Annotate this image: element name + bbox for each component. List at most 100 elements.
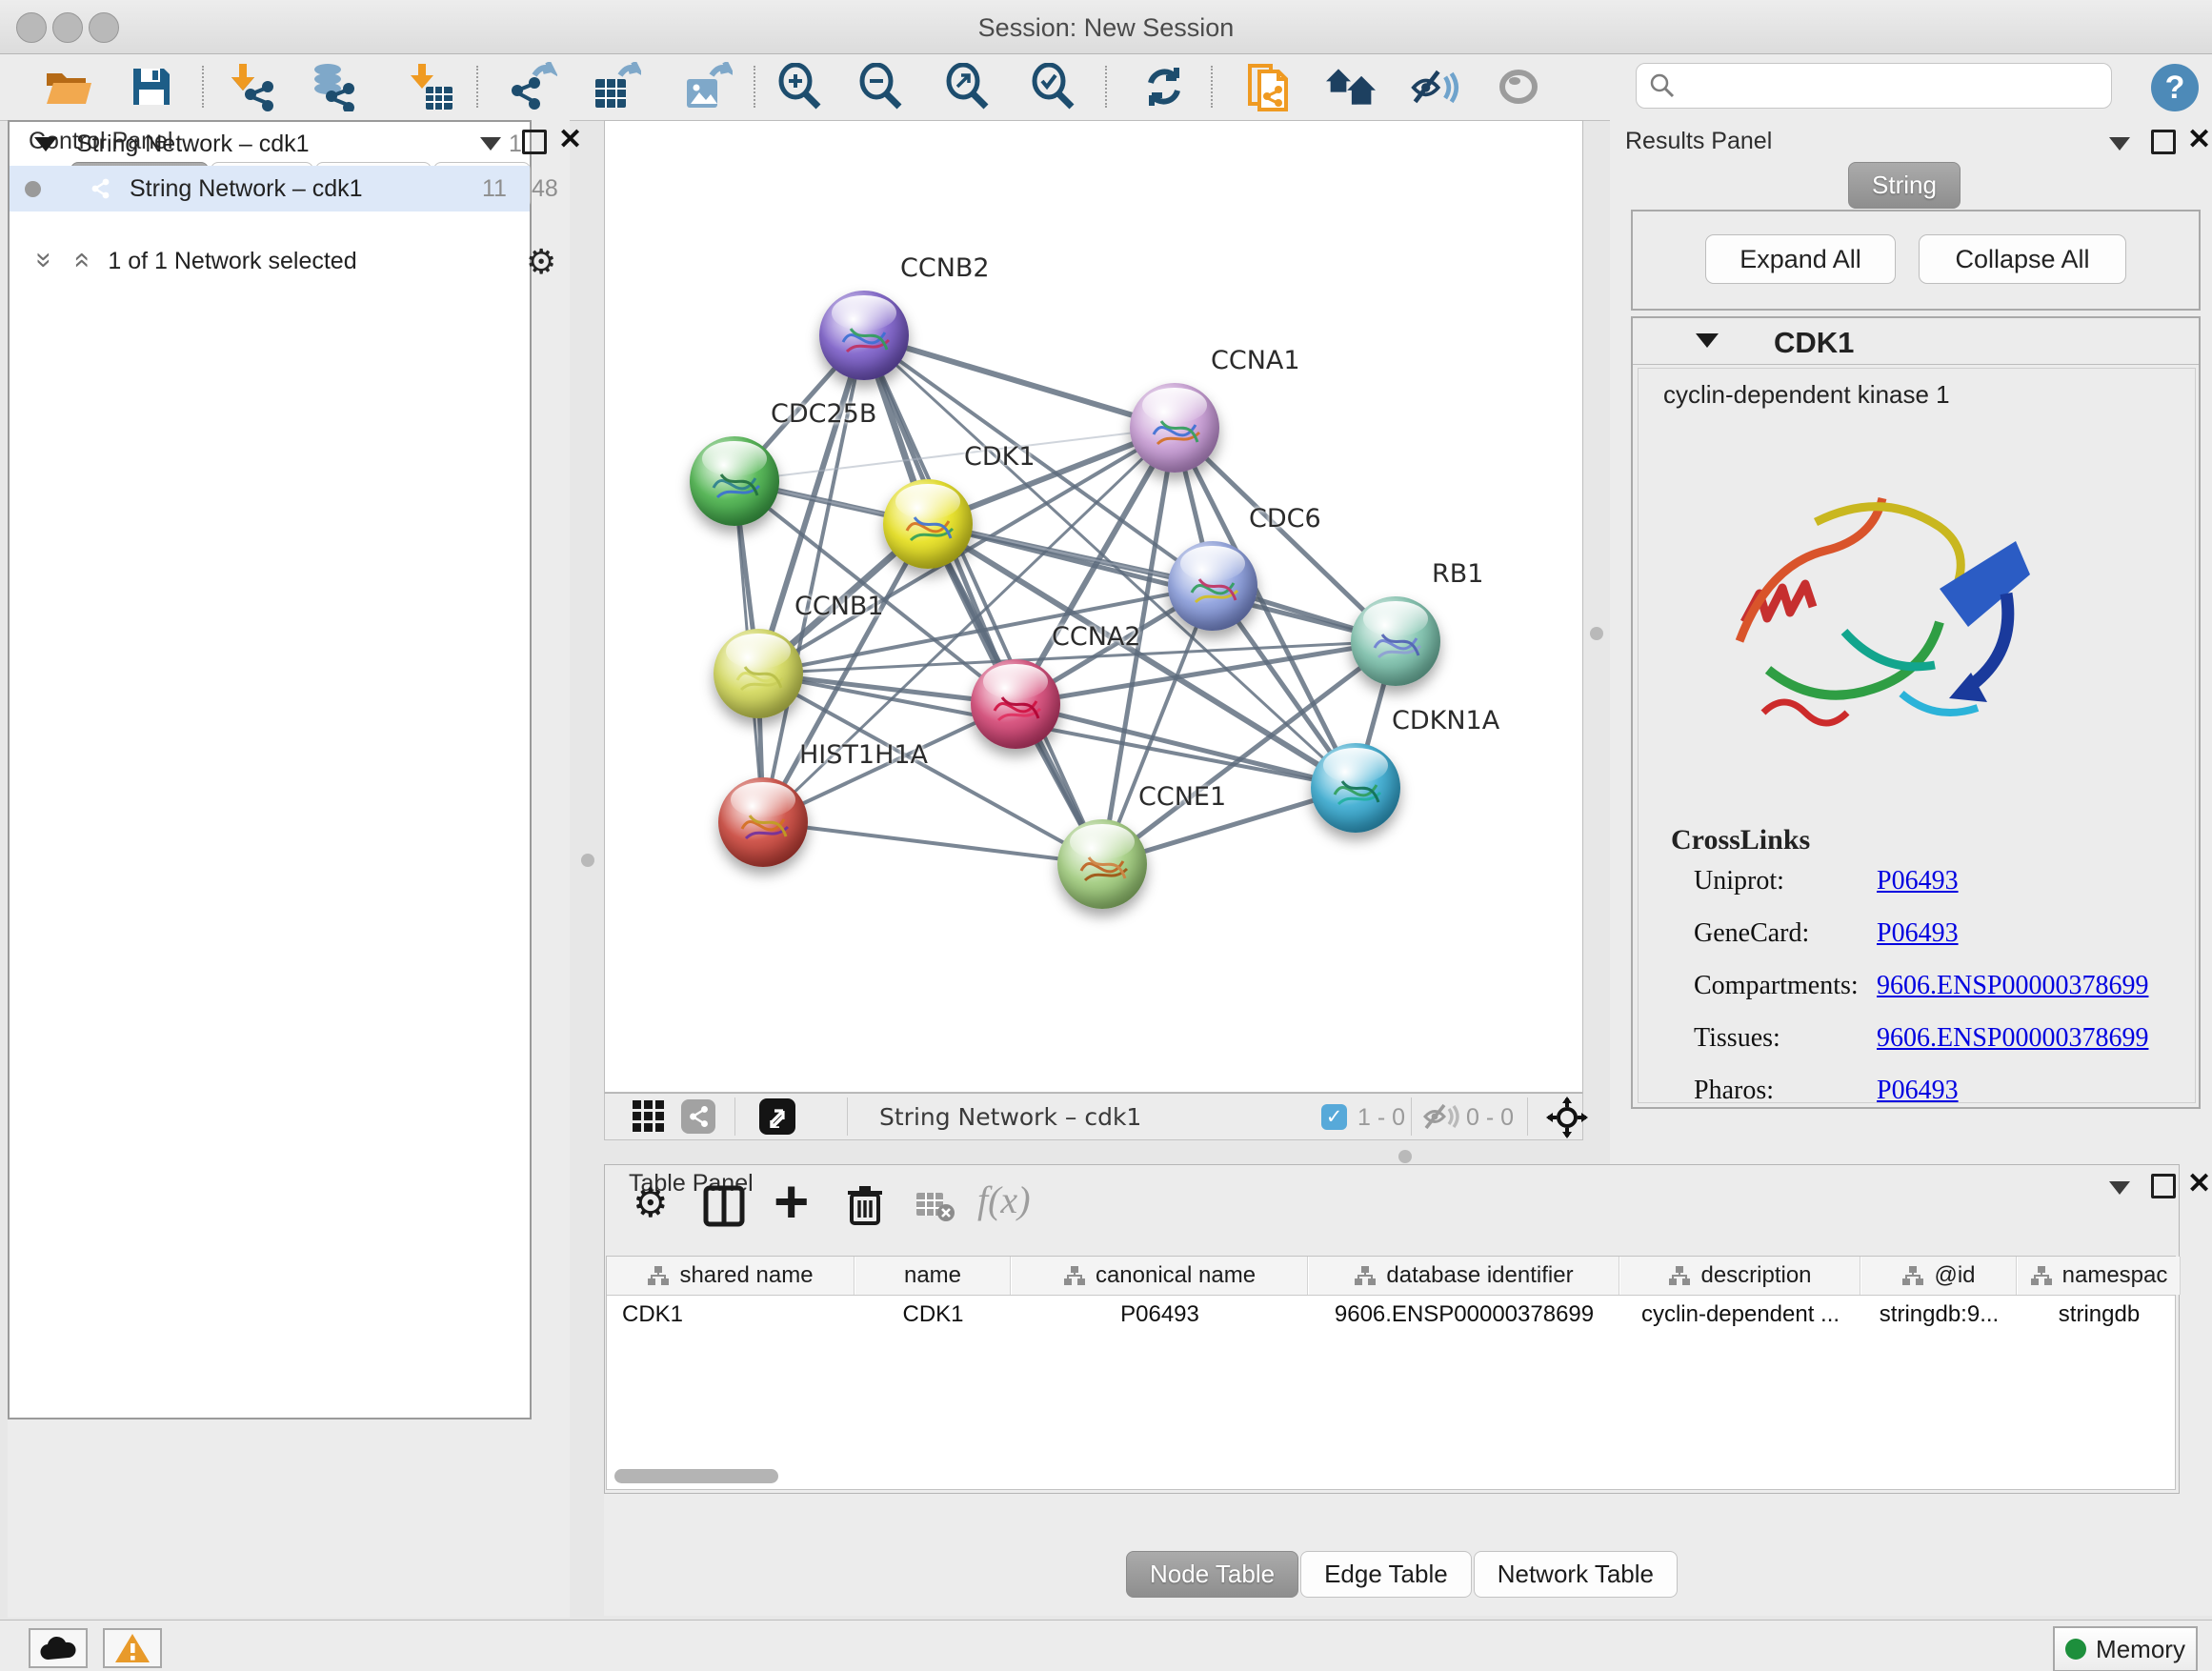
entry-header[interactable]: CDK1: [1633, 318, 2199, 365]
selected-checkbox-icon[interactable]: ✓: [1321, 1104, 1347, 1130]
graph-node-CCNB1[interactable]: [714, 629, 803, 718]
node-label-HIST1H1A: HIST1H1A: [799, 740, 928, 770]
zoom-out-icon[interactable]: [856, 64, 906, 110]
open-in-window-icon[interactable]: [759, 1098, 795, 1135]
memory-button[interactable]: Memory: [2053, 1626, 2198, 1671]
float-panel-icon[interactable]: [2151, 130, 2176, 154]
gear-icon[interactable]: ⚙: [526, 242, 556, 282]
tree-caret-icon[interactable]: [34, 137, 57, 151]
help-button[interactable]: ?: [2151, 64, 2199, 111]
tab-edge-table[interactable]: Edge Table: [1300, 1551, 1472, 1598]
collapse-all-button[interactable]: Collapse All: [1919, 234, 2126, 284]
edge-hist1h1a-ccne1[interactable]: [763, 822, 1102, 864]
export-image-icon[interactable]: [683, 64, 733, 110]
network-collection-row[interactable]: String Network – cdk1 1: [10, 122, 530, 166]
collapse-panel-icon[interactable]: [2109, 1181, 2130, 1195]
collapse-panel-icon[interactable]: [2109, 137, 2130, 151]
export-table-icon[interactable]: [592, 64, 641, 110]
edge-ccnb2-ccna1[interactable]: [864, 335, 1175, 428]
close-panel-icon[interactable]: ✕: [2187, 130, 2211, 151]
vertical-splitter-handle[interactable]: [1590, 627, 1603, 640]
horizontal-splitter-handle[interactable]: [1398, 1150, 1412, 1163]
zoom-in-icon[interactable]: [775, 64, 825, 110]
graph-node-RB1[interactable]: [1351, 596, 1440, 686]
search-input[interactable]: [1677, 71, 2081, 100]
column-header-canonical-name[interactable]: canonical name: [1012, 1257, 1308, 1295]
table-gear-icon[interactable]: ⚙: [633, 1179, 669, 1226]
table-cell[interactable]: 9606.ENSP00000378699: [1309, 1296, 1619, 1334]
import-network-database-icon[interactable]: [307, 64, 356, 110]
node-label-CCNA2: CCNA2: [1052, 622, 1141, 652]
horizontal-scrollbar-thumb[interactable]: [614, 1469, 778, 1483]
crosslink-link[interactable]: 9606.ENSP00000378699: [1877, 1023, 2148, 1054]
graph-node-CCNE1[interactable]: [1057, 819, 1147, 909]
open-session-icon[interactable]: [44, 64, 93, 110]
search-box[interactable]: [1636, 63, 2112, 109]
column-header-shared-name[interactable]: shared name: [607, 1257, 855, 1295]
function-builder-icon[interactable]: f(x): [977, 1178, 1031, 1222]
tab-network-table[interactable]: Network Table: [1474, 1551, 1678, 1598]
column-header-namespac[interactable]: namespac: [2018, 1257, 2181, 1295]
column-header-description[interactable]: description: [1620, 1257, 1860, 1295]
tab-node-table[interactable]: Node Table: [1126, 1551, 1298, 1598]
results-tab-string[interactable]: String: [1848, 162, 1962, 209]
network-row-selected[interactable]: String Network – cdk1 11 48: [10, 166, 530, 211]
graph-node-CDK1[interactable]: [883, 479, 973, 569]
delete-column-trash-icon[interactable]: [844, 1183, 886, 1232]
fit-content-crosshair-icon[interactable]: [1546, 1097, 1588, 1143]
vertical-splitter-handle[interactable]: [581, 854, 594, 867]
homes-icon[interactable]: [1326, 64, 1376, 110]
column-header-@id[interactable]: @id: [1861, 1257, 2017, 1295]
table-cell[interactable]: CDK1: [855, 1296, 1011, 1334]
table-cell[interactable]: stringdb:9...: [1861, 1296, 2017, 1334]
warnings-button[interactable]: [103, 1628, 162, 1668]
close-panel-icon[interactable]: ✕: [2187, 1174, 2211, 1195]
table-cell[interactable]: CDK1: [607, 1296, 855, 1334]
import-table-file-icon[interactable]: [408, 64, 457, 110]
close-panel-icon[interactable]: ✕: [558, 130, 582, 151]
table-cell[interactable]: cyclin-dependent ...: [1620, 1296, 1860, 1334]
crosslink-link[interactable]: P06493: [1877, 918, 1959, 949]
graph-node-CDC25B[interactable]: [690, 436, 779, 526]
add-column-icon[interactable]: +: [774, 1166, 809, 1237]
string-icon-gray[interactable]: [681, 1099, 715, 1134]
columns-icon[interactable]: [703, 1185, 745, 1232]
crosslink-row: Uniprot:P06493: [1694, 866, 2189, 918]
node-label-CDKN1A: CDKN1A: [1392, 706, 1499, 735]
hidden-eye-slash-icon[interactable]: [1422, 1101, 1460, 1137]
eye-slash-icon[interactable]: [1410, 64, 1459, 110]
float-panel-icon[interactable]: [2151, 1174, 2176, 1198]
zoom-fit-icon[interactable]: [943, 64, 993, 110]
eye-icon[interactable]: [1494, 64, 1543, 110]
crosslink-link[interactable]: 9606.ENSP00000378699: [1877, 971, 2148, 1001]
expand-all-button[interactable]: Expand All: [1705, 234, 1896, 284]
table-cell[interactable]: P06493: [1012, 1296, 1308, 1334]
app-status-bar: Memory: [0, 1620, 2212, 1671]
cloud-button[interactable]: [29, 1628, 88, 1668]
refresh-layout-icon[interactable]: [1139, 64, 1189, 110]
import-network-file-icon[interactable]: [227, 64, 276, 110]
node-label-RB1: RB1: [1432, 559, 1483, 589]
edge-cdk1-rb1[interactable]: [928, 524, 1396, 641]
table-cell[interactable]: stringdb: [2018, 1296, 2181, 1334]
column-header-name[interactable]: name: [855, 1257, 1011, 1295]
delete-table-icon[interactable]: [915, 1191, 956, 1228]
crosslink-link[interactable]: P06493: [1877, 866, 1959, 896]
column-header-database-identifier[interactable]: database identifier: [1309, 1257, 1619, 1295]
save-session-icon[interactable]: [127, 64, 176, 110]
edge-ccnb2-ccne1[interactable]: [864, 335, 1102, 864]
crosslink-link[interactable]: P06493: [1877, 1076, 1959, 1106]
graph-node-CCNA1[interactable]: [1130, 383, 1219, 473]
graph-node-CDC6[interactable]: [1168, 541, 1257, 631]
clone-network-icon[interactable]: [1245, 64, 1295, 110]
zoom-selected-icon[interactable]: [1029, 64, 1078, 110]
graph-node-CDKN1A[interactable]: [1311, 743, 1400, 833]
grid-overview-icon[interactable]: [632, 1099, 666, 1138]
entry-caret-icon[interactable]: [1696, 333, 1719, 348]
graph-node-CCNB2[interactable]: [819, 291, 909, 380]
graph-node-CCNA2[interactable]: [971, 659, 1060, 749]
node-table[interactable]: shared namenamecanonical namedatabase id…: [606, 1256, 2176, 1490]
network-canvas[interactable]: CCNB2CCNA1CDC25BCDK1CDC6RB1CCNB1CCNA2CDK…: [604, 120, 1583, 1093]
export-network-icon[interactable]: [508, 64, 557, 110]
graph-node-HIST1H1A[interactable]: [718, 777, 808, 867]
